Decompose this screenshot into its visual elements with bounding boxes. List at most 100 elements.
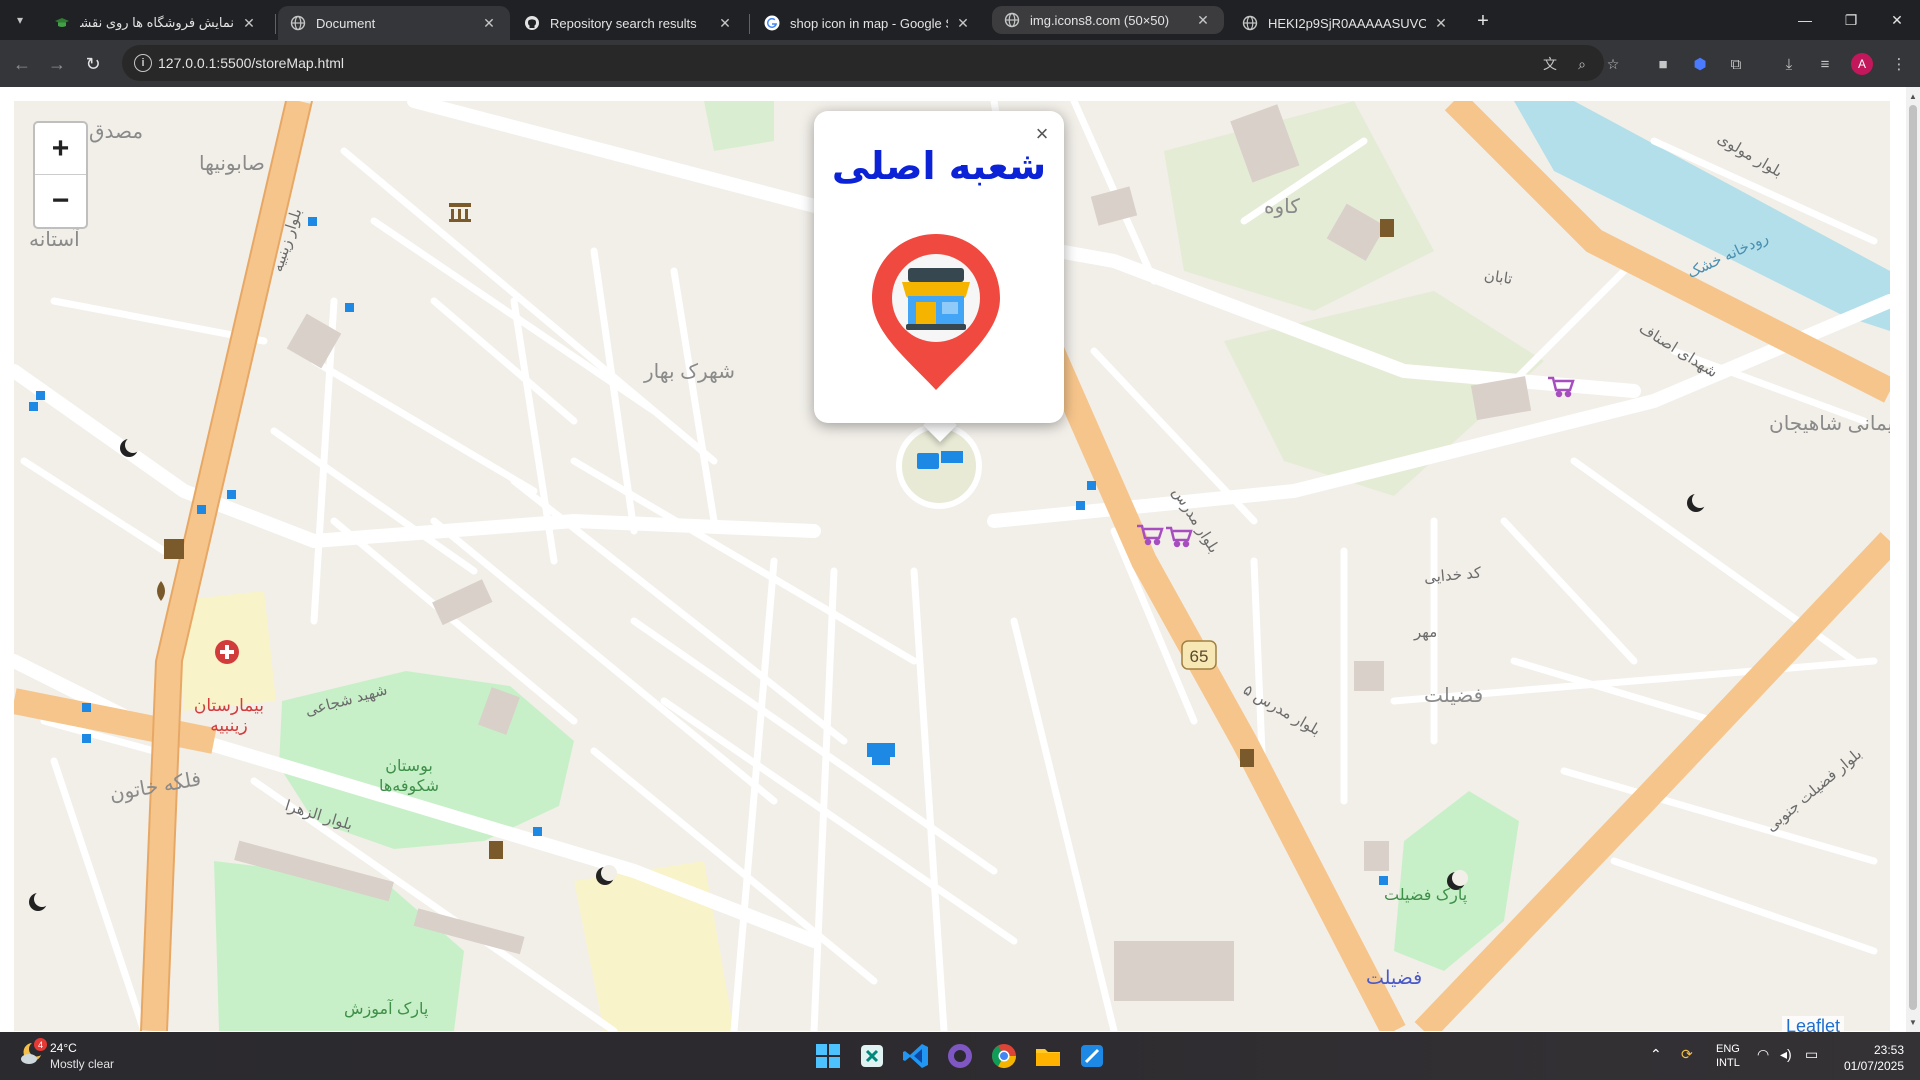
tab-google-search[interactable]: shop icon in map - Google Sear ✕: [752, 6, 984, 40]
close-icon[interactable]: ✕: [1194, 11, 1212, 29]
tab-divider: [275, 14, 276, 34]
windows-start-icon[interactable]: [812, 1040, 844, 1072]
map-label: صابونیها: [199, 153, 265, 175]
language-code: ENG: [1716, 1043, 1740, 1055]
wifi-icon[interactable]: ◠: [1757, 1046, 1769, 1063]
open-space: [704, 101, 774, 151]
map-label: فضیلت: [1366, 968, 1423, 989]
fuel-icon: [157, 581, 165, 601]
page-scrollbar[interactable]: ▲ ▼: [1906, 87, 1920, 1032]
language-indicator[interactable]: ENG INTL: [1716, 1042, 1740, 1070]
map-label: مهر: [1414, 624, 1438, 641]
system-clock[interactable]: 23:53 01/07/2025: [1836, 1042, 1904, 1074]
shield-extension-icon[interactable]: ⬢: [1688, 52, 1712, 76]
translate-icon[interactable]: 文: [1539, 53, 1561, 75]
tab-document[interactable]: Document ✕: [278, 6, 510, 40]
tab-store-map-course[interactable]: نمایش فروشگاه ها روی نقشه - نـ ✕: [42, 6, 270, 40]
tab-icons8-image[interactable]: img.icons8.com (50×50) ✕: [992, 6, 1224, 34]
map-label: شهرک بهار: [644, 361, 736, 383]
map-label: بوستان شکوفه‌ها: [378, 758, 440, 795]
map-label: سلیمانی شاهیجان: [1769, 413, 1890, 435]
close-icon[interactable]: ✕: [480, 14, 498, 32]
address-bar[interactable]: i 127.0.0.1:5500/storeMap.html 文 ⌕ ☆: [122, 45, 1619, 81]
vscode-icon[interactable]: [900, 1040, 932, 1072]
tab-title: نمایش فروشگاه ها روی نقشه - نـ: [80, 15, 234, 30]
page-viewport: 65 مصدق صابونیها آستانه بلوار زینبیه شهر…: [0, 87, 1920, 1037]
tab-divider: [749, 14, 750, 34]
github-icon: [525, 16, 539, 30]
battery-icon[interactable]: ▭: [1805, 1046, 1818, 1063]
tab-title: img.icons8.com (50×50): [1030, 12, 1170, 28]
tab-title: Document: [316, 15, 376, 31]
tray-overflow-icon[interactable]: ⌃: [1650, 1046, 1662, 1063]
extension-icon[interactable]: ■: [1651, 52, 1675, 76]
close-icon[interactable]: ✕: [240, 14, 258, 32]
file-explorer-icon[interactable]: [1032, 1040, 1064, 1072]
tab-base64-image[interactable]: HEKI2p9SjR0AAAAASUVORK5C ✕: [1230, 6, 1462, 40]
new-tab-button[interactable]: +: [1471, 9, 1495, 33]
popup-title: شعبه اصلی: [831, 144, 1047, 188]
minimize-button[interactable]: —: [1782, 6, 1828, 34]
url-text[interactable]: 127.0.0.1:5500/storeMap.html: [158, 55, 344, 71]
tab-repository-search[interactable]: Repository search results ✕: [512, 6, 746, 40]
weather-badge: 4: [34, 1038, 47, 1051]
volume-icon[interactable]: ◂): [1780, 1046, 1792, 1063]
extensions-puzzle-icon[interactable]: ⧉: [1724, 52, 1748, 76]
scroll-up-icon[interactable]: ▲: [1909, 91, 1917, 101]
menu-kebab-icon[interactable]: ⋮: [1887, 52, 1911, 76]
globe-icon: [1242, 15, 1258, 31]
close-icon[interactable]: ✕: [716, 14, 734, 32]
globe-icon: [290, 15, 306, 31]
profile-avatar[interactable]: A: [1851, 53, 1873, 75]
map-label: فضیلت: [1424, 685, 1484, 707]
bookmark-star-icon[interactable]: ☆: [1602, 53, 1624, 75]
paint-icon[interactable]: [1076, 1040, 1108, 1072]
weather-condition[interactable]: Mostly clear: [50, 1057, 114, 1071]
school-area: [574, 861, 734, 1031]
zoom-icon[interactable]: ⌕: [1571, 53, 1593, 75]
tab-search-icon[interactable]: ▾: [8, 8, 32, 32]
site-info-icon[interactable]: i: [134, 54, 152, 72]
keyboard-layout: INTL: [1716, 1057, 1740, 1069]
tab-title: shop icon in map - Google Sear: [790, 15, 948, 31]
clock-time: 23:53: [1873, 1043, 1904, 1057]
google-icon: [764, 15, 780, 31]
map-label: آستانه: [29, 229, 80, 251]
reload-button[interactable]: ↻: [80, 51, 106, 77]
github-desktop-icon[interactable]: [944, 1040, 976, 1072]
museum-icon: [449, 203, 471, 222]
map-label: پارک آموزش: [344, 1001, 429, 1018]
map-label: پارک فضیلت: [1384, 887, 1468, 904]
close-icon[interactable]: ✕: [1432, 14, 1450, 32]
mosque-icon: [29, 891, 50, 911]
tab-title: HEKI2p9SjR0AAAAASUVORK5C: [1268, 15, 1426, 31]
tab-strip: ▾ نمایش فروشگاه ها روی نقشه - نـ ✕ Docum…: [0, 0, 1920, 40]
download-icon[interactable]: ⤓: [1777, 52, 1801, 76]
back-button[interactable]: ←: [9, 51, 35, 77]
popup-close-button[interactable]: ×: [1030, 121, 1054, 146]
graduation-cap-icon: [55, 18, 69, 27]
store-location-pin-icon: [872, 234, 1000, 390]
zoom-in-button[interactable]: +: [35, 123, 86, 175]
weather-temperature[interactable]: 24°C: [50, 1041, 77, 1055]
bus-stop-markers: [29, 217, 1388, 885]
zoom-out-button[interactable]: −: [35, 175, 86, 227]
close-window-button[interactable]: ✕: [1874, 6, 1920, 34]
store-marker-icon: [867, 743, 895, 765]
xbox-icon[interactable]: [856, 1040, 888, 1072]
globe-icon: [1004, 12, 1020, 28]
scrollbar-thumb[interactable]: [1909, 105, 1917, 1010]
map-label: کاوه: [1264, 196, 1300, 218]
update-icon[interactable]: ⟳: [1681, 1046, 1693, 1063]
restore-button[interactable]: ❐: [1828, 6, 1874, 34]
scroll-down-icon[interactable]: ▼: [1909, 1017, 1917, 1027]
chrome-icon[interactable]: [988, 1040, 1020, 1072]
forward-button[interactable]: →: [44, 51, 70, 77]
route-shield-label: 65: [1190, 647, 1209, 666]
map-label: بیمارستان زینبیه: [193, 696, 264, 735]
media-control-icon[interactable]: ≡: [1813, 52, 1837, 76]
zoom-control: + −: [33, 121, 88, 229]
mosque-icon: [1687, 492, 1708, 512]
browser-toolbar: ← → ↻ i 127.0.0.1:5500/storeMap.html 文 ⌕…: [0, 40, 1920, 87]
close-icon[interactable]: ✕: [954, 14, 972, 32]
